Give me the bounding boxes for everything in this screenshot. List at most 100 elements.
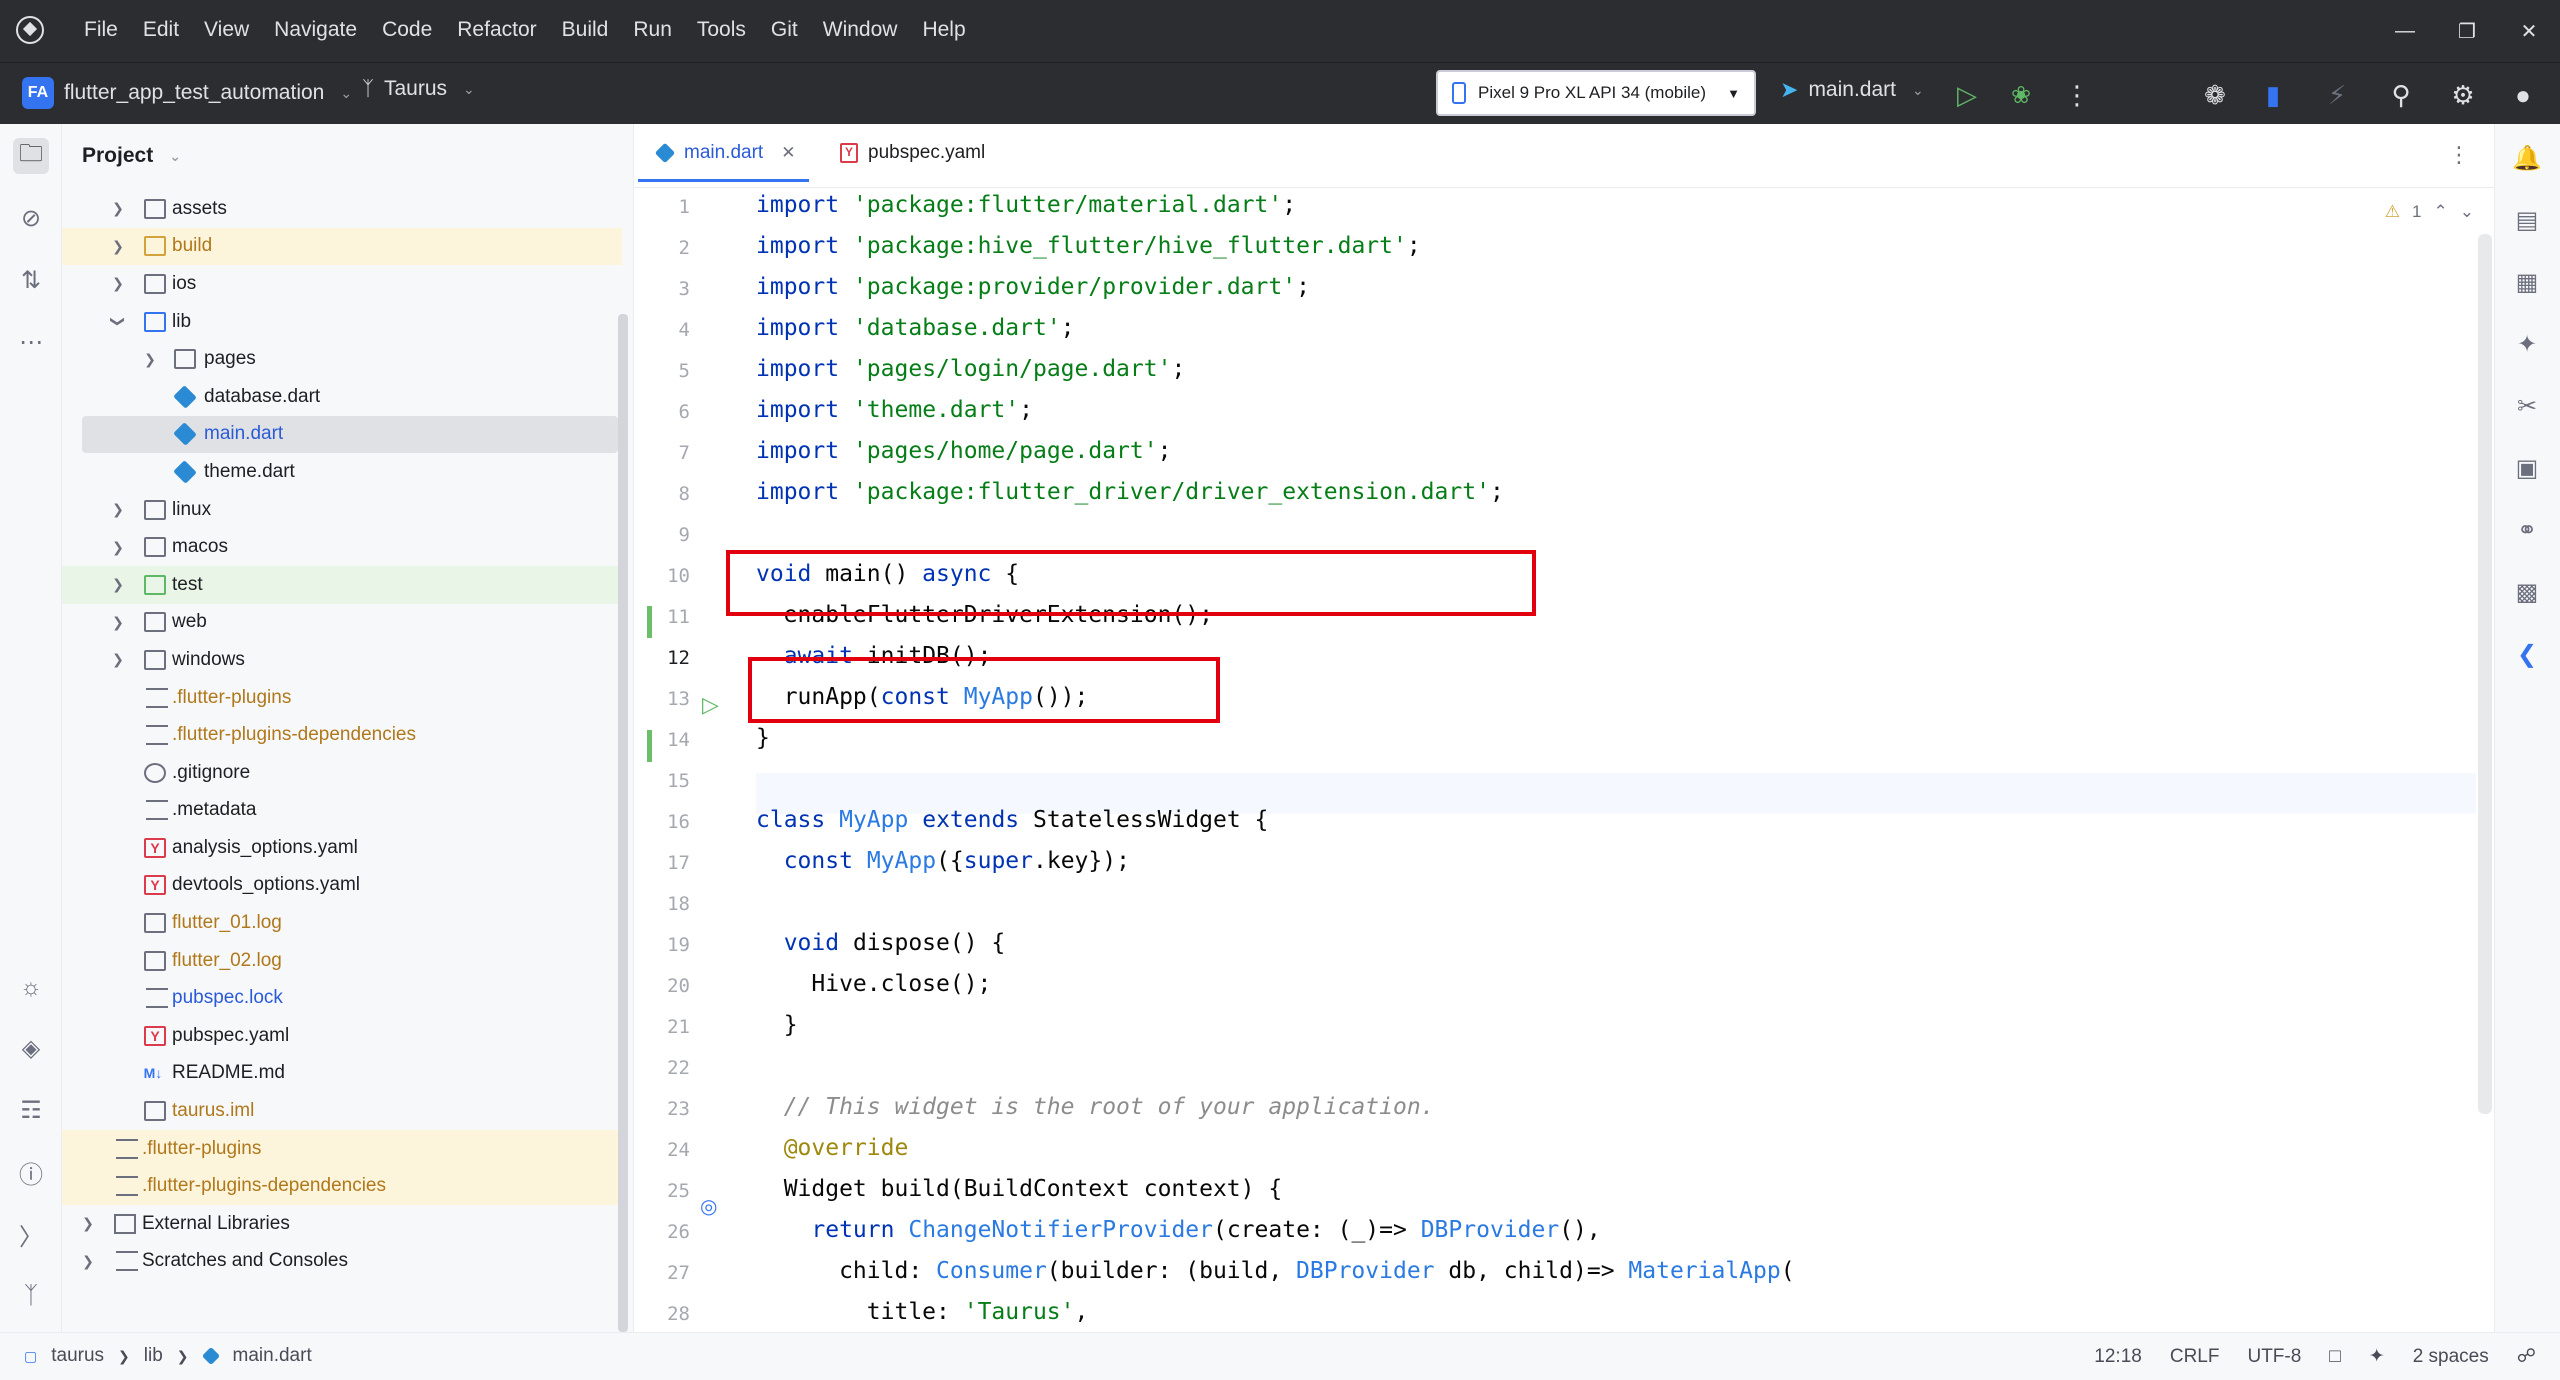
- flutter-outline-icon[interactable]: ❮: [2509, 636, 2545, 672]
- menu-run[interactable]: Run: [633, 18, 683, 42]
- menu-refactor[interactable]: Refactor: [457, 18, 547, 42]
- tree-item-scratches[interactable]: ❯ Scratches and Consoles: [62, 1243, 622, 1281]
- tree-item-flutter-plugins-root[interactable]: .flutter-plugins: [62, 1129, 622, 1168]
- more-actions-icon[interactable]: ⋮: [2062, 80, 2092, 110]
- read-only-toggle-icon[interactable]: □: [2329, 1346, 2340, 1368]
- git-icon[interactable]: ᛉ: [13, 1278, 49, 1314]
- tab-main-dart[interactable]: main.dart ✕: [637, 142, 810, 182]
- tree-item-test[interactable]: ❯ test: [62, 565, 622, 604]
- notifications-icon[interactable]: 🔔: [2509, 140, 2545, 176]
- next-highlight-icon[interactable]: ⌄: [2460, 202, 2474, 222]
- device-explorer-icon[interactable]: ▤: [2509, 202, 2545, 238]
- project-scrollbar[interactable]: [618, 314, 628, 1332]
- tree-item-flutter-02-log[interactable]: flutter_02.log: [62, 942, 622, 980]
- lock-icon[interactable]: ☍: [2517, 1345, 2536, 1368]
- tree-item-external-libraries[interactable]: ❯ External Libraries: [62, 1205, 622, 1243]
- android-studio-logo-icon[interactable]: [16, 16, 44, 44]
- tree-item-flutter-plugins[interactable]: .flutter-plugins: [62, 679, 622, 717]
- account-avatar-icon[interactable]: ●: [2508, 80, 2538, 110]
- tab-actions-icon[interactable]: ⋮: [2448, 142, 2470, 168]
- gemini-icon[interactable]: ◈: [13, 1030, 49, 1066]
- branch-selector[interactable]: ᛉ Taurus ⌄: [362, 77, 475, 101]
- project-view-selector[interactable]: Project ⌄: [82, 144, 181, 168]
- restore-icon[interactable]: ❐: [2436, 0, 2498, 62]
- menu-code[interactable]: Code: [382, 18, 443, 42]
- caret-position[interactable]: 12:18: [2094, 1346, 2142, 1368]
- tree-item-readme[interactable]: M↓ README.md: [62, 1055, 622, 1093]
- file-encoding[interactable]: UTF-8: [2247, 1346, 2301, 1368]
- project-selector[interactable]: FA flutter_app_test_automation ⌄: [22, 77, 352, 109]
- running-devices-icon[interactable]: ▦: [2509, 264, 2545, 300]
- app-inspection-icon[interactable]: ▩: [2509, 574, 2545, 610]
- breadcrumb-item[interactable]: lib: [144, 1345, 163, 1367]
- commit-icon[interactable]: ⊘: [13, 200, 49, 236]
- layout-inspector-icon[interactable]: ▣: [2509, 450, 2545, 486]
- tree-item-devtools-options[interactable]: Y devtools_options.yaml: [62, 867, 622, 905]
- settings-gear-icon[interactable]: ⚙: [2448, 80, 2478, 110]
- previous-highlight-icon[interactable]: ⌃: [2434, 202, 2448, 222]
- tree-item-ios[interactable]: ❯ ios: [62, 265, 622, 303]
- tab-pubspec-yaml[interactable]: Y pubspec.yaml: [840, 142, 985, 164]
- minimize-icon[interactable]: —: [2374, 0, 2436, 62]
- tree-item-lib[interactable]: ❯ lib: [62, 303, 622, 341]
- indent-setting[interactable]: 2 spaces: [2413, 1346, 2489, 1368]
- run-gutter-icon[interactable]: ▷: [702, 692, 719, 718]
- menu-window[interactable]: Window: [823, 18, 909, 42]
- tree-item-web[interactable]: ❯ web: [62, 604, 622, 642]
- tree-item-taurus-iml[interactable]: taurus.iml: [62, 1092, 622, 1130]
- app-links-icon[interactable]: ⚭: [2509, 512, 2545, 548]
- menu-build[interactable]: Build: [562, 18, 620, 42]
- menu-help[interactable]: Help: [922, 18, 976, 42]
- menu-file[interactable]: File: [84, 18, 129, 42]
- menu-git[interactable]: Git: [771, 18, 809, 42]
- run-config-selector[interactable]: ➤ main.dart ⌄: [1780, 77, 1924, 103]
- tree-item-metadata[interactable]: .metadata: [62, 792, 622, 830]
- tree-item-main-dart[interactable]: main.dart: [82, 415, 618, 454]
- tree-item-pubspec-yaml[interactable]: Y pubspec.yaml: [62, 1017, 622, 1055]
- tree-item-theme-dart[interactable]: theme.dart: [62, 453, 622, 491]
- tree-item-windows[interactable]: ❯ windows: [62, 641, 622, 679]
- tree-item-pages[interactable]: ❯ pages: [62, 340, 622, 378]
- menu-navigate[interactable]: Navigate: [274, 18, 368, 42]
- device-manager-icon[interactable]: ▮: [2258, 80, 2288, 110]
- editor-scrollbar[interactable]: [2478, 234, 2492, 1114]
- tree-item-flutter-plugins-dependencies[interactable]: .flutter-plugins-dependencies: [62, 716, 622, 754]
- attach-debugger-icon[interactable]: ❁: [2200, 80, 2230, 110]
- terminal-icon[interactable]: 〉: [13, 1216, 49, 1252]
- more-tools-icon[interactable]: ⋯: [13, 324, 49, 360]
- flutter-inspector-icon[interactable]: ☼: [13, 970, 49, 1006]
- resource-manager-icon[interactable]: ✂: [2509, 388, 2545, 424]
- tree-item-linux[interactable]: ❯ linux: [62, 491, 622, 529]
- problems-icon[interactable]: ⓘ: [13, 1154, 49, 1190]
- tree-item-analysis-options[interactable]: Y analysis_options.yaml: [62, 829, 622, 867]
- breadcrumb-item[interactable]: main.dart: [233, 1345, 312, 1367]
- hot-reload-icon[interactable]: ⚡: [2322, 80, 2352, 110]
- device-selector[interactable]: Pixel 9 Pro XL API 34 (mobile) ▼: [1436, 70, 1756, 116]
- logcat-icon[interactable]: ☶: [13, 1092, 49, 1128]
- menu-tools[interactable]: Tools: [697, 18, 757, 42]
- menu-edit[interactable]: Edit: [143, 18, 190, 42]
- close-icon[interactable]: ✕: [2498, 0, 2560, 62]
- line-separator[interactable]: CRLF: [2170, 1346, 2220, 1368]
- code-area[interactable]: import 'package:flutter/material.dart'; i…: [726, 188, 2476, 1332]
- breadcrumb-item[interactable]: taurus: [51, 1345, 104, 1367]
- gemini-sparkle-icon[interactable]: ✦: [2509, 326, 2545, 362]
- inspection-widget[interactable]: ⚠ 1 ⌃ ⌄: [2385, 202, 2474, 222]
- tree-item-macos[interactable]: ❯ macos: [62, 528, 622, 566]
- tree-item-flutter-01-log[interactable]: flutter_01.log: [62, 904, 622, 942]
- override-gutter-icon[interactable]: ◎: [700, 1194, 717, 1219]
- tree-item-flutter-plugins-dependencies-root[interactable]: .flutter-plugins-dependencies: [62, 1167, 622, 1206]
- debug-icon[interactable]: ❀: [2006, 80, 2036, 110]
- tree-item-gitignore[interactable]: .gitignore: [62, 754, 622, 792]
- tree-item-assets[interactable]: ❯ assets: [62, 190, 622, 228]
- gemini-status-icon[interactable]: ✦: [2369, 1345, 2385, 1368]
- tree-item-pubspec-lock[interactable]: pubspec.lock: [62, 979, 622, 1017]
- tree-item-build[interactable]: ❯ build: [62, 227, 622, 266]
- close-tab-icon[interactable]: ✕: [781, 143, 795, 163]
- menu-view[interactable]: View: [204, 18, 260, 42]
- project-folder-icon[interactable]: 🗀: [13, 138, 49, 174]
- run-icon[interactable]: ▷: [1952, 80, 1982, 110]
- tree-item-database-dart[interactable]: database.dart: [62, 378, 622, 416]
- search-icon[interactable]: ⚲: [2386, 80, 2416, 110]
- pull-requests-icon[interactable]: ⇅: [13, 262, 49, 298]
